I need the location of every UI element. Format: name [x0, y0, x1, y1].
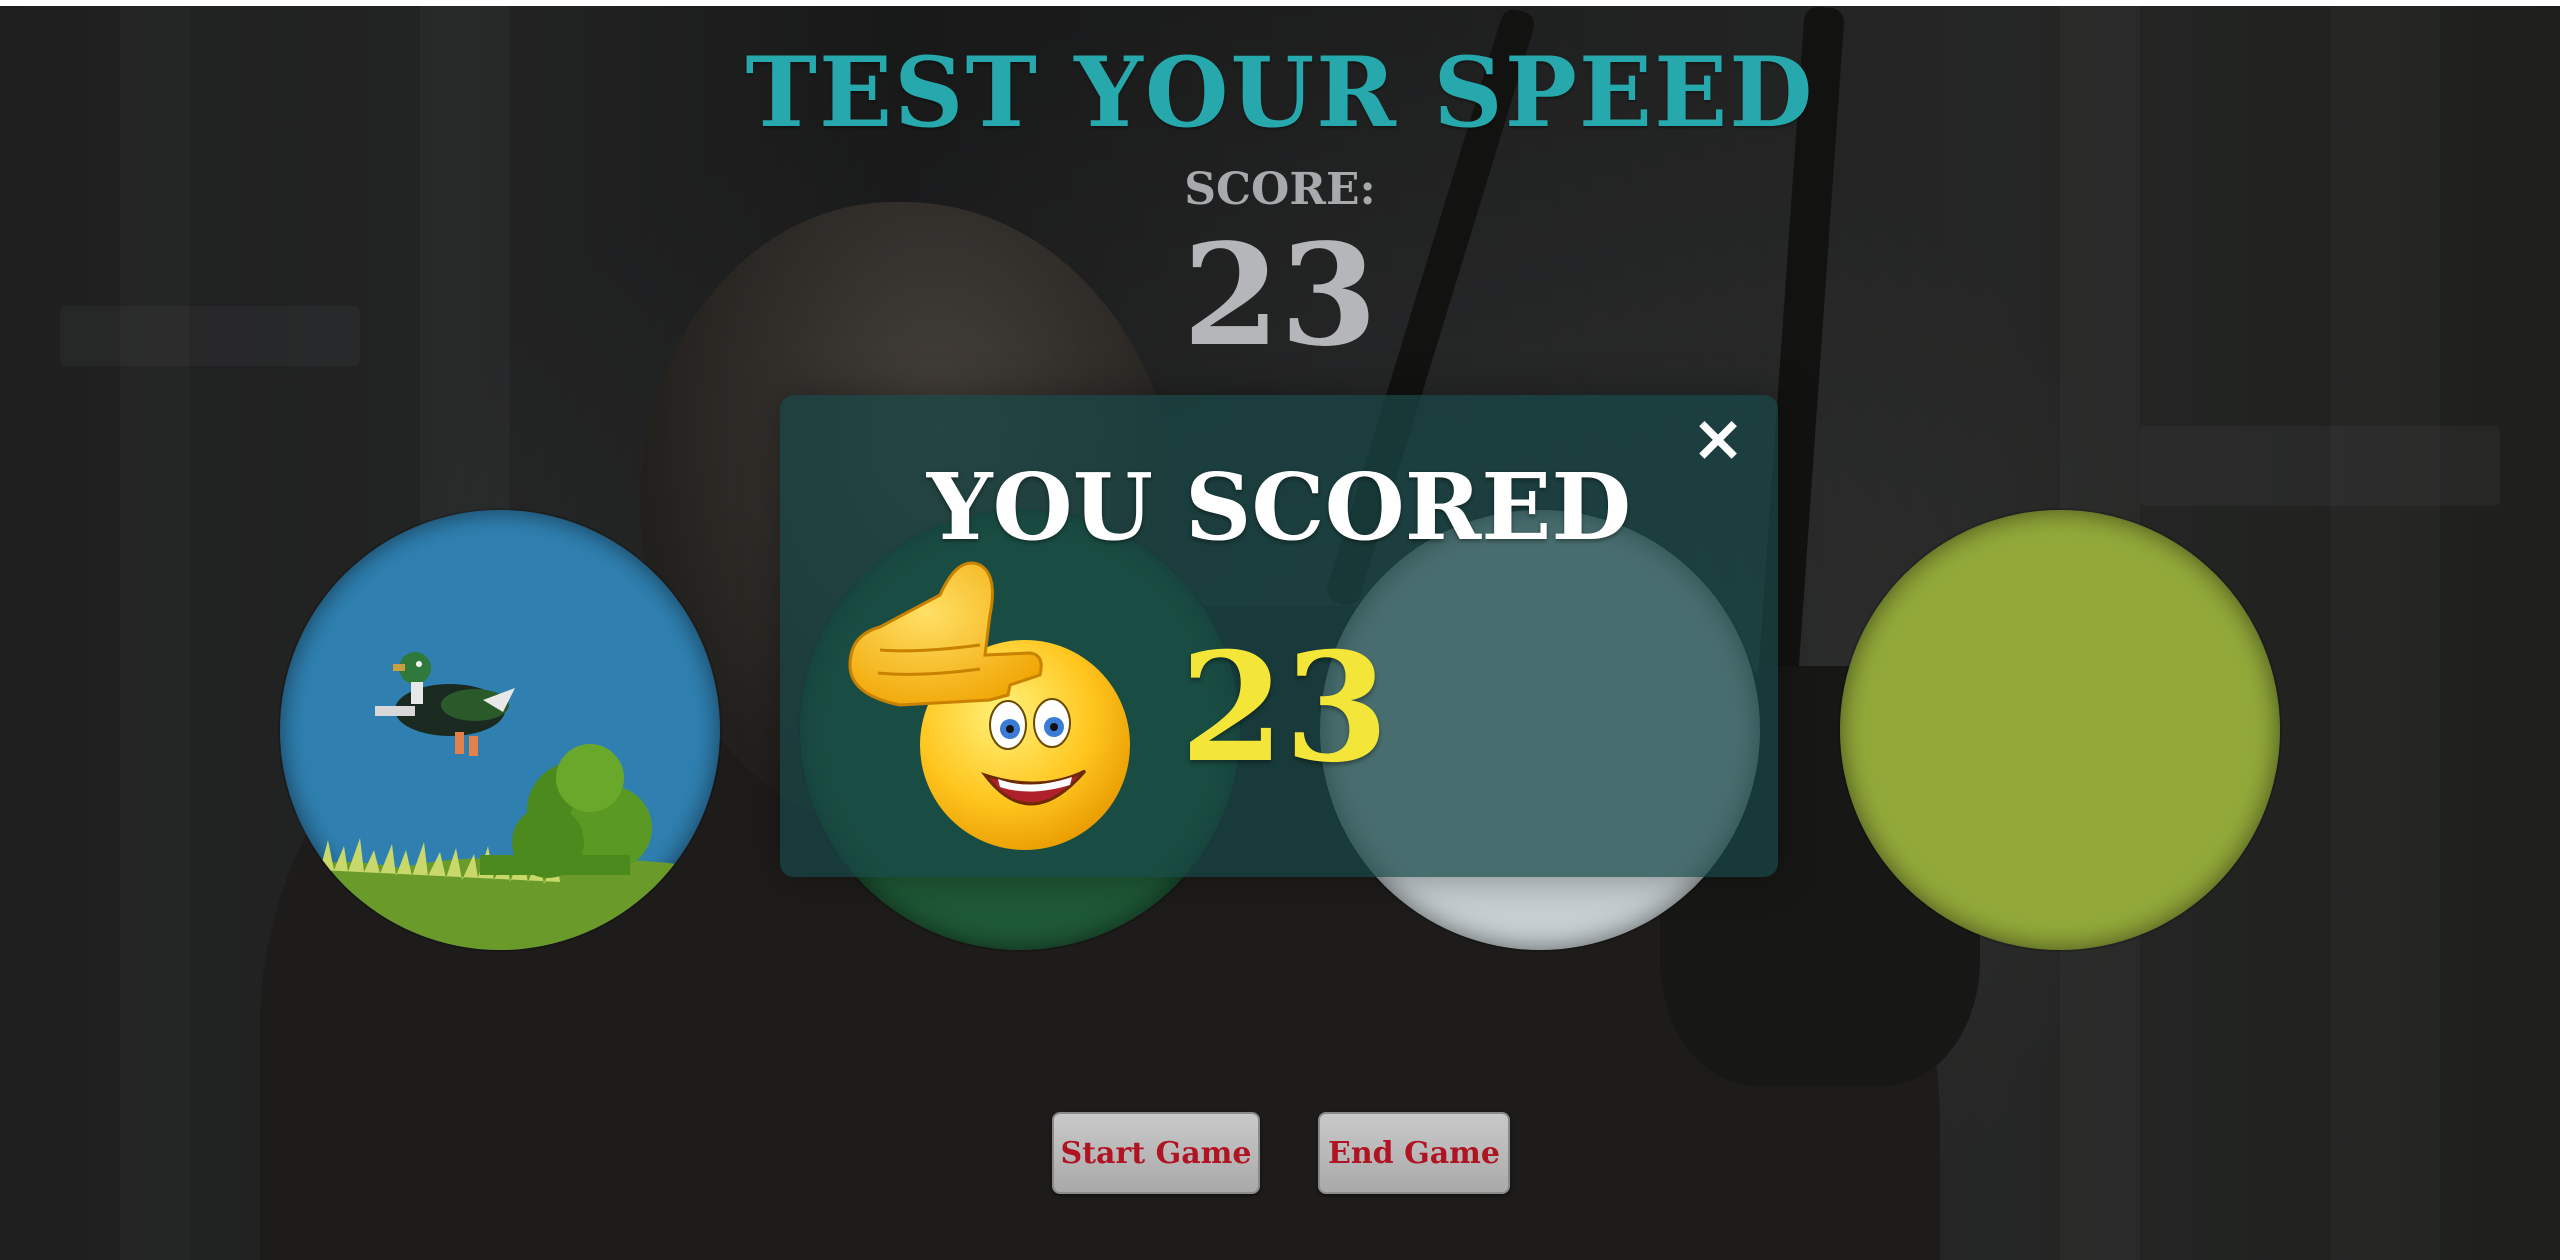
- score-label: SCORE:: [1184, 164, 1376, 215]
- thumbs-up-smiley-icon: [848, 561, 1130, 850]
- target-circle-olive[interactable]: [1840, 510, 2280, 950]
- start-game-button[interactable]: Start Game: [1052, 1112, 1260, 1194]
- modal-score-value: 23: [1180, 620, 1389, 796]
- duck-icon: [280, 652, 720, 950]
- end-game-button[interactable]: End Game: [1318, 1112, 1510, 1194]
- target-circle-duck[interactable]: [280, 510, 720, 950]
- game-title: TEST YOUR SPEED: [745, 36, 1815, 149]
- score-value: 23: [1182, 214, 1378, 378]
- score-modal: × YOU SCORED 23: [780, 395, 1778, 877]
